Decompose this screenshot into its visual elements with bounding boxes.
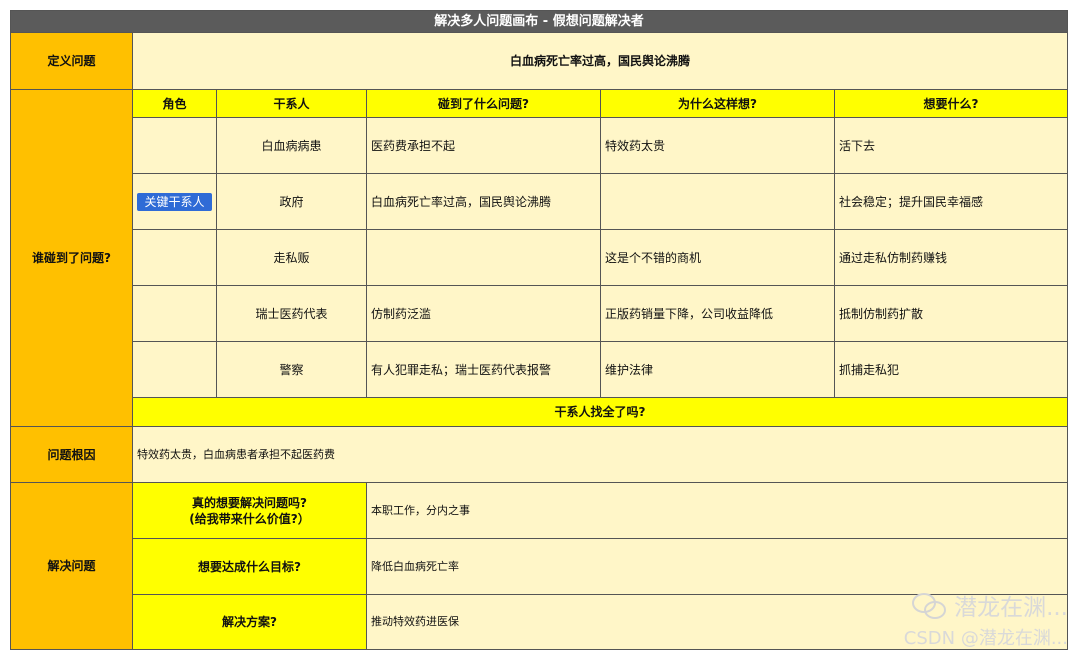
row-problem: 仿制药泛滥 — [367, 286, 601, 342]
header-problem: 碰到了什么问题? — [367, 90, 601, 118]
canvas-table: 解决多人问题画布 - 假想问题解决者 定义问题 白血病死亡率过高，国民舆论沸腾 … — [10, 10, 1068, 650]
row-want: 通过走私仿制药赚钱 — [835, 230, 1067, 286]
who-label: 谁碰到了问题? — [11, 90, 133, 427]
row-want: 抓捕走私犯 — [835, 342, 1067, 398]
canvas-title: 解决多人问题画布 - 假想问题解决者 — [11, 11, 1067, 33]
row-why: 维护法律 — [601, 342, 835, 398]
solve-problem-label: 解决问题 — [11, 483, 133, 649]
solve-question-solution: 解决方案? — [133, 595, 367, 649]
solve-question-value: 真的想要解决问题吗? (给我带来什么价值?） — [133, 483, 367, 539]
header-stakeholder: 干系人 — [217, 90, 367, 118]
key-stakeholder-badge: 关键干系人 — [137, 192, 212, 211]
row-stakeholder: 白血病病患 — [217, 118, 367, 174]
row-role-cell — [133, 286, 217, 342]
row-stakeholder: 警察 — [217, 342, 367, 398]
wechat-icon — [912, 591, 948, 619]
row-why: 正版药销量下降，公司收益降低 — [601, 286, 835, 342]
row-why: 这是个不错的商机 — [601, 230, 835, 286]
row-want: 活下去 — [835, 118, 1067, 174]
define-problem-label: 定义问题 — [11, 33, 133, 90]
header-why: 为什么这样想? — [601, 90, 835, 118]
stakeholders-complete-question: 干系人找全了吗? — [133, 398, 1067, 427]
solve-question-goal: 想要达成什么目标? — [133, 539, 367, 595]
row-problem: 医药费承担不起 — [367, 118, 601, 174]
row-problem: 有人犯罪走私；瑞士医药代表报警 — [367, 342, 601, 398]
row-role-cell — [133, 118, 217, 174]
watermark: 潜龙在渊... CSDN @潜龙在渊... — [858, 588, 1068, 658]
row-stakeholder: 瑞士医药代表 — [217, 286, 367, 342]
watermark-csdn: CSDN @潜龙在渊... — [903, 628, 1068, 649]
row-role-cell: 关键干系人 — [133, 174, 217, 230]
solve-question-line1: 真的想要解决问题吗? — [192, 495, 307, 510]
row-stakeholder: 政府 — [217, 174, 367, 230]
row-why: 特效药太贵 — [601, 118, 835, 174]
row-why — [601, 174, 835, 230]
define-problem-text: 白血病死亡率过高，国民舆论沸腾 — [133, 33, 1067, 90]
header-want: 想要什么? — [835, 90, 1067, 118]
solve-answer-value: 本职工作，分内之事 — [367, 483, 1067, 539]
row-stakeholder: 走私贩 — [217, 230, 367, 286]
row-role-cell — [133, 230, 217, 286]
solve-answer-goal: 降低白血病死亡率 — [367, 539, 1067, 595]
row-want: 抵制仿制药扩散 — [835, 286, 1067, 342]
row-want: 社会稳定；提升国民幸福感 — [835, 174, 1067, 230]
header-role: 角色 — [133, 90, 217, 118]
solve-question-line2: (给我带来什么价值?） — [189, 511, 310, 526]
row-problem — [367, 230, 601, 286]
row-role-cell — [133, 342, 217, 398]
root-cause-text: 特效药太贵，白血病患者承担不起医药费 — [133, 427, 1067, 483]
row-problem: 白血病死亡率过高，国民舆论沸腾 — [367, 174, 601, 230]
root-cause-label: 问题根因 — [11, 427, 133, 483]
watermark-author: 潜龙在渊... — [954, 595, 1068, 621]
